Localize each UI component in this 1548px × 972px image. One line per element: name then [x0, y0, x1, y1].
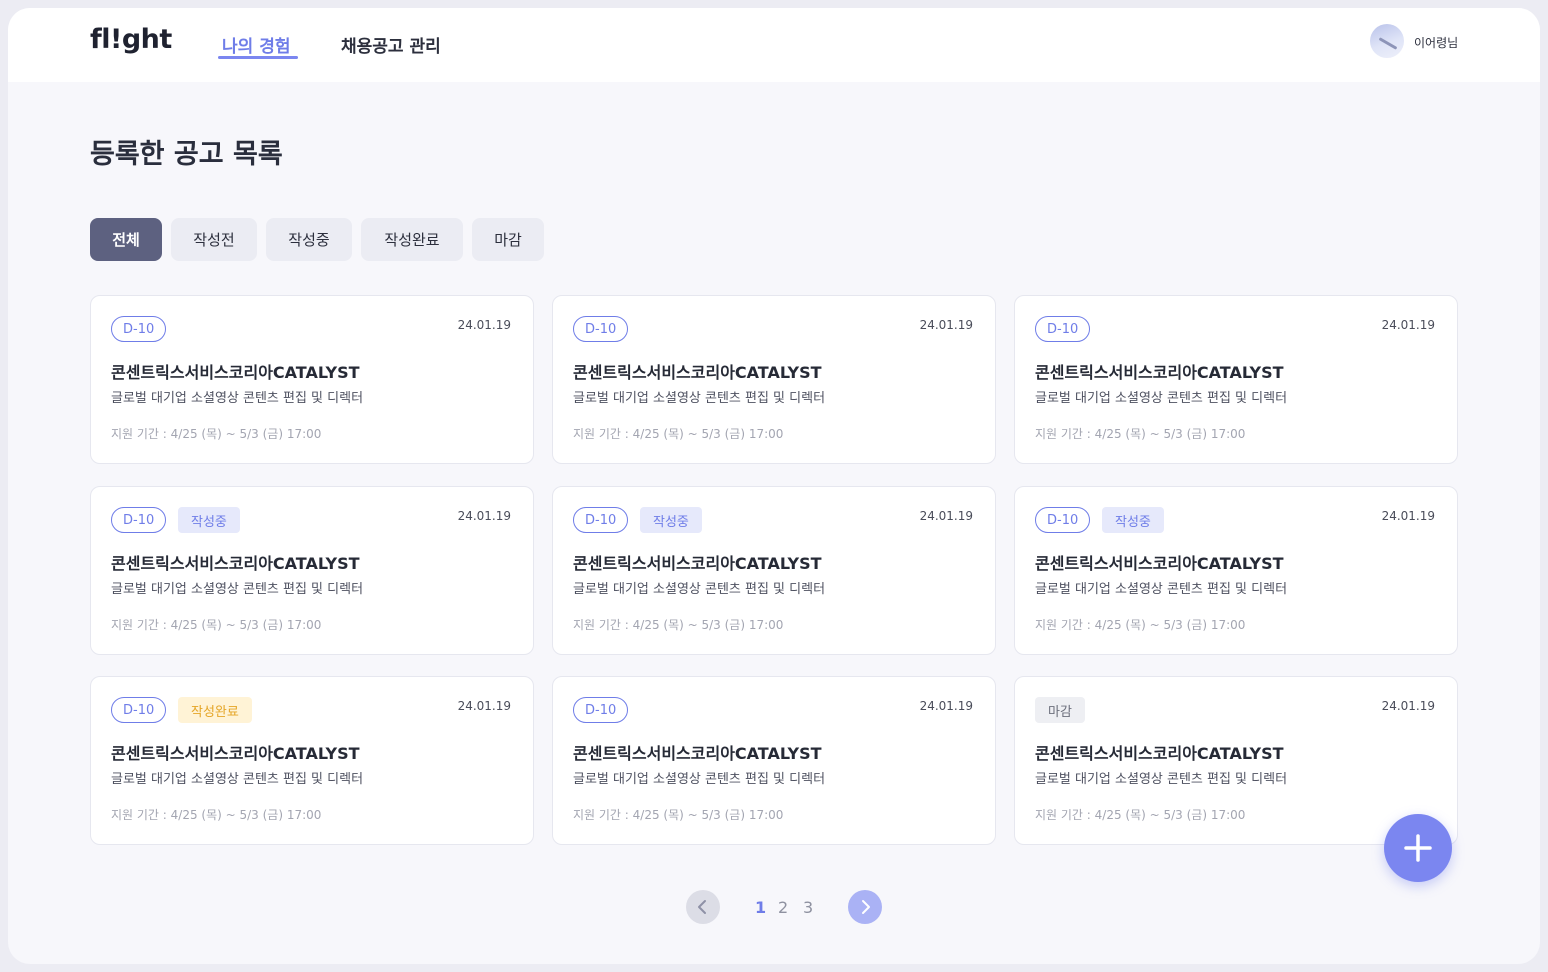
posting-date: 24.01.19 — [457, 318, 511, 332]
job-description: 글로벌 대기업 소셜영상 콘텐츠 편집 및 디렉터 — [573, 582, 826, 597]
chevron-left-icon — [698, 900, 706, 914]
company-name: 콘센트릭스서비스코리아CATALYST — [111, 744, 360, 763]
pagination-page-1[interactable]: 1 — [755, 898, 766, 917]
dday-badge: D-10 — [573, 697, 629, 723]
top-navigation-bar: fl!ght 나의 경험 채용공고 관리 이어령님 — [8, 8, 1540, 82]
dday-badge: D-10 — [1035, 316, 1091, 342]
posting-date: 24.01.19 — [457, 699, 511, 713]
application-period: 지원 기간 : 4/25 (목) ~ 5/3 (금) 17:00 — [111, 808, 322, 822]
pagination-prev-button[interactable] — [686, 890, 720, 924]
job-description: 글로벌 대기업 소셜영상 콘텐츠 편집 및 디렉터 — [1035, 772, 1288, 787]
nav-tab-my-experience[interactable]: 나의 경험 — [222, 32, 290, 57]
application-period: 지원 기간 : 4/25 (목) ~ 5/3 (금) 17:00 — [573, 618, 784, 632]
job-description: 글로벌 대기업 소셜영상 콘텐츠 편집 및 디렉터 — [111, 391, 364, 406]
add-posting-button[interactable] — [1384, 814, 1452, 882]
nav-tab-job-posting-management[interactable]: 채용공고 관리 — [341, 32, 441, 57]
filter-tab-before-writing[interactable]: 작성전 — [171, 218, 257, 261]
application-period: 지원 기간 : 4/25 (목) ~ 5/3 (금) 17:00 — [1035, 808, 1246, 822]
job-description: 글로벌 대기업 소셜영상 콘텐츠 편집 및 디렉터 — [1035, 582, 1288, 597]
posting-date: 24.01.19 — [919, 509, 973, 523]
status-badge-writing: 작성중 — [640, 507, 702, 533]
status-badge-completed: 작성완료 — [178, 697, 252, 723]
pagination-page-2[interactable]: 2 — [778, 898, 788, 917]
job-posting-card[interactable]: D-10 작성중 24.01.19 콘센트릭스서비스코리아CATALYST 글로… — [1014, 486, 1458, 655]
application-period: 지원 기간 : 4/25 (목) ~ 5/3 (금) 17:00 — [573, 427, 784, 441]
application-period: 지원 기간 : 4/25 (목) ~ 5/3 (금) 17:00 — [573, 808, 784, 822]
job-description: 글로벌 대기업 소셜영상 콘텐츠 편집 및 디렉터 — [111, 772, 364, 787]
flight-logo[interactable]: fl!ght — [90, 24, 172, 55]
application-period: 지원 기간 : 4/25 (목) ~ 5/3 (금) 17:00 — [111, 427, 322, 441]
status-badge-closed: 마감 — [1035, 697, 1085, 723]
company-name: 콘센트릭스서비스코리아CATALYST — [573, 744, 822, 763]
dday-badge: D-10 — [111, 697, 167, 723]
company-name: 콘센트릭스서비스코리아CATALYST — [573, 363, 822, 382]
job-description: 글로벌 대기업 소셜영상 콘텐츠 편집 및 디렉터 — [573, 391, 826, 406]
posting-date: 24.01.19 — [919, 318, 973, 332]
posting-date: 24.01.19 — [1381, 699, 1435, 713]
posting-date: 24.01.19 — [1381, 509, 1435, 523]
job-posting-card[interactable]: D-10 24.01.19 콘센트릭스서비스코리아CATALYST 글로벌 대기… — [552, 295, 996, 464]
filter-tab-closed[interactable]: 마감 — [472, 218, 544, 261]
pagination-page-3[interactable]: 3 — [803, 898, 813, 917]
status-badge-writing: 작성중 — [1102, 507, 1164, 533]
chevron-right-icon — [862, 900, 870, 914]
job-posting-card[interactable]: D-10 작성중 24.01.19 콘센트릭스서비스코리아CATALYST 글로… — [552, 486, 996, 655]
job-description: 글로벌 대기업 소셜영상 콘텐츠 편집 및 디렉터 — [573, 772, 826, 787]
job-posting-card[interactable]: D-10 24.01.19 콘센트릭스서비스코리아CATALYST 글로벌 대기… — [1014, 295, 1458, 464]
company-name: 콘센트릭스서비스코리아CATALYST — [1035, 744, 1284, 763]
company-name: 콘센트릭스서비스코리아CATALYST — [1035, 554, 1284, 573]
dday-badge: D-10 — [111, 316, 167, 342]
job-posting-card[interactable]: D-10 24.01.19 콘센트릭스서비스코리아CATALYST 글로벌 대기… — [90, 295, 534, 464]
dday-badge: D-10 — [111, 507, 167, 533]
application-period: 지원 기간 : 4/25 (목) ~ 5/3 (금) 17:00 — [1035, 427, 1246, 441]
status-badge-writing: 작성중 — [178, 507, 240, 533]
user-avatar[interactable] — [1370, 24, 1404, 58]
filter-tab-all[interactable]: 전체 — [90, 218, 162, 261]
application-period: 지원 기간 : 4/25 (목) ~ 5/3 (금) 17:00 — [1035, 618, 1246, 632]
company-name: 콘센트릭스서비스코리아CATALYST — [1035, 363, 1284, 382]
nav-active-underline — [218, 56, 298, 59]
posting-date: 24.01.19 — [919, 699, 973, 713]
dday-badge: D-10 — [573, 507, 629, 533]
dday-badge: D-10 — [573, 316, 629, 342]
pagination-next-button[interactable] — [848, 890, 882, 924]
job-posting-card[interactable]: D-10 작성중 24.01.19 콘센트릭스서비스코리아CATALYST 글로… — [90, 486, 534, 655]
application-period: 지원 기간 : 4/25 (목) ~ 5/3 (금) 17:00 — [111, 618, 322, 632]
plus-icon — [1404, 834, 1432, 862]
app-window: fl!ght 나의 경험 채용공고 관리 이어령님 등록한 공고 목록 전체 작… — [8, 8, 1540, 964]
posting-date: 24.01.19 — [457, 509, 511, 523]
job-posting-card[interactable]: D-10 작성완료 24.01.19 콘센트릭스서비스코리아CATALYST 글… — [90, 676, 534, 845]
company-name: 콘센트릭스서비스코리아CATALYST — [111, 554, 360, 573]
company-name: 콘센트릭스서비스코리아CATALYST — [111, 363, 360, 382]
job-description: 글로벌 대기업 소셜영상 콘텐츠 편집 및 디렉터 — [111, 582, 364, 597]
filter-tab-completed[interactable]: 작성완료 — [361, 218, 463, 261]
job-description: 글로벌 대기업 소셜영상 콘텐츠 편집 및 디렉터 — [1035, 391, 1288, 406]
job-posting-card[interactable]: D-10 24.01.19 콘센트릭스서비스코리아CATALYST 글로벌 대기… — [552, 676, 996, 845]
page-title: 등록한 공고 목록 — [90, 139, 283, 170]
filter-tab-writing[interactable]: 작성중 — [266, 218, 352, 261]
dday-badge: D-10 — [1035, 507, 1091, 533]
posting-date: 24.01.19 — [1381, 318, 1435, 332]
user-name[interactable]: 이어령님 — [1414, 34, 1458, 51]
company-name: 콘센트릭스서비스코리아CATALYST — [573, 554, 822, 573]
